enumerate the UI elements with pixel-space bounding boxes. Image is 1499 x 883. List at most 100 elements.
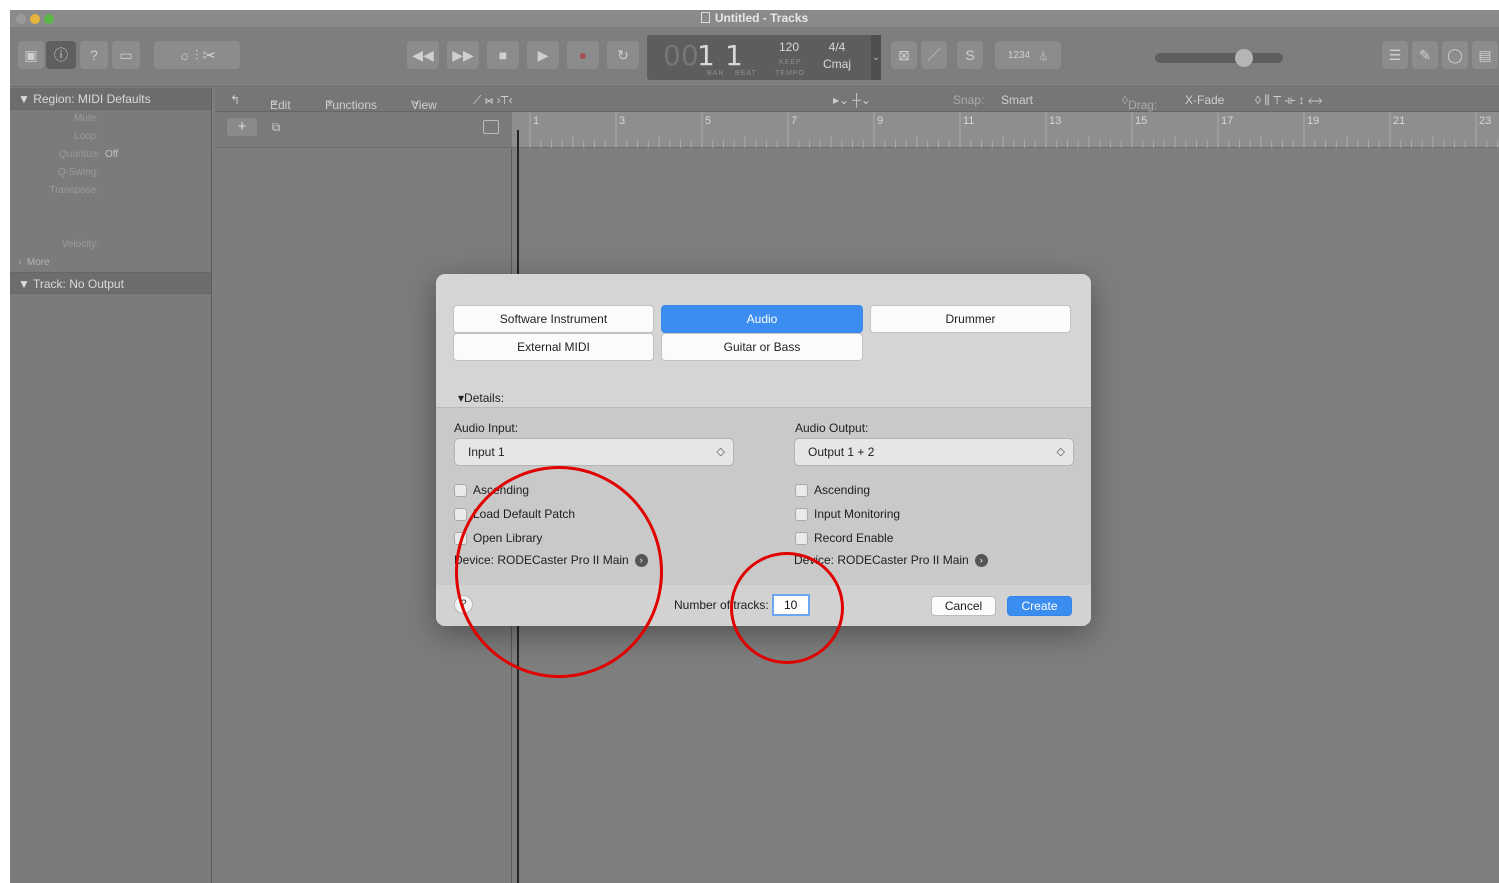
tuner-button[interactable]: ／ (921, 41, 947, 69)
inspector-row[interactable] (10, 200, 211, 218)
option-label: Ascending (814, 483, 871, 497)
waveform-zoom-icon[interactable]: ◊ ⫼ ⊤ ⟛ ↕ ⟷ (1255, 93, 1322, 108)
help-icon: ? (90, 47, 98, 63)
inspector-row[interactable]: Transpose: (10, 182, 211, 200)
checkbox[interactable] (795, 507, 808, 521)
track-type-drummer[interactable]: Drummer (870, 305, 1071, 333)
track-folder-button[interactable]: ⧉ (263, 118, 289, 136)
checkbox[interactable] (795, 483, 808, 497)
quick-help-button[interactable]: ? (80, 41, 108, 69)
inspector-row[interactable]: Quantize Off (10, 146, 211, 164)
record-icon: ● (578, 47, 588, 63)
inspector-row[interactable]: Mute: (10, 110, 211, 128)
option-record-enable[interactable]: Record Enable (795, 530, 893, 546)
track-type-external-midi[interactable]: External MIDI (453, 333, 654, 361)
fast-forward-icon: ▶▶ (452, 46, 474, 63)
notepad-button[interactable]: ✎ (1412, 41, 1438, 69)
control-bar: ▣ ⓘ ? ▭ ☼ ⫶ ✂ ◀◀ ▶▶ ■ ▶ ● ↻ 00 1 1 BAR B… (10, 27, 1499, 87)
pointer-tool-menu[interactable]: ▸⌄ ┼⌄ (833, 93, 871, 107)
lcd-bar: 1 (697, 39, 715, 72)
details-disclosure[interactable]: ▾Details: (458, 391, 504, 405)
cycle-icon: ↻ (617, 46, 629, 63)
checkbox[interactable] (454, 507, 467, 521)
view-menu[interactable]: View ⌄ (411, 93, 437, 112)
loop-browser-button[interactable]: ◯ (1442, 41, 1468, 69)
audio-output-label: Audio Output: (795, 421, 869, 435)
ruler-bar-number: 11 (963, 115, 974, 127)
cancel-button[interactable]: Cancel (931, 596, 996, 616)
automation-icon[interactable]: ⟋ ⋈ ›⊤‹ (473, 93, 513, 108)
track-inspector-header[interactable]: ▼ Track: No Output (10, 272, 211, 294)
lcd-key: Cmaj (822, 57, 851, 71)
library-button[interactable]: ▣ (18, 41, 44, 69)
global-tracks-toggle[interactable] (483, 120, 499, 134)
solo-icon: S (965, 47, 975, 63)
inspector-row[interactable] (10, 218, 211, 236)
lcd-bar-prefix: 00 (663, 39, 699, 72)
lcd-display[interactable]: 00 1 1 BAR BEAT 120 KEEP TEMPO 4/4 Cmaj … (647, 35, 881, 80)
drag-label-group: ◊ Drag: (1122, 93, 1158, 112)
annotation-circle-number-of-tracks (730, 552, 844, 664)
inspector-button[interactable]: ⓘ (46, 41, 76, 69)
checkbox[interactable] (454, 483, 467, 497)
create-button[interactable]: Create (1007, 596, 1072, 616)
count-in-button[interactable]: 1234 ⏃ (995, 41, 1061, 69)
lcd-signature: 4/4 (828, 40, 846, 54)
bar-ruler[interactable]: 1 3 5 7 9 11 13 15 17 19 21 23 (512, 112, 1499, 148)
ruler-bar-number: 9 (877, 115, 883, 127)
drag-value[interactable]: X-Fade (1185, 93, 1224, 107)
rewind-button[interactable]: ◀◀ (407, 41, 439, 69)
region-inspector-header[interactable]: ▼ Region: MIDI Defaults (10, 88, 211, 110)
inspector-row[interactable]: Q-Swing: (10, 164, 211, 182)
lcd-tempo-label: TEMPO (775, 70, 805, 77)
replace-button[interactable]: ⊠ (891, 41, 917, 69)
edit-menu[interactable]: Edit ⌄ (270, 93, 291, 112)
add-track-button[interactable]: + (227, 118, 257, 136)
solo-button[interactable]: S (957, 41, 983, 69)
audio-input-popup[interactable]: Input 1 ◇ (454, 438, 734, 466)
more-disclosure[interactable]: › More (10, 254, 211, 272)
record-button[interactable]: ● (567, 41, 599, 69)
inspector: ▼ Region: MIDI Defaults Mute: Loop: Quanti… (10, 88, 212, 883)
option-ascending[interactable]: Ascending (795, 482, 870, 498)
fast-forward-button[interactable]: ▶▶ (447, 41, 479, 69)
option-input-monitoring[interactable]: Input Monitoring (795, 506, 900, 522)
snap-label: Snap: (953, 93, 985, 107)
smart-controls-mixer-editors[interactable]: ☼ ⫶ ✂ (154, 41, 240, 69)
snap-value[interactable]: Smart (1001, 93, 1033, 107)
track-type-guitar-or-bass[interactable]: Guitar or Bass (661, 333, 863, 361)
back-arrow-icon[interactable]: ↰ (230, 93, 240, 107)
ruler-bar-number: 1 (533, 115, 539, 127)
checkbox[interactable] (795, 531, 808, 545)
device-arrow-icon[interactable]: › (974, 553, 988, 567)
metronome-icon: ⏃ (1038, 51, 1049, 63)
ruler-bar-number: 7 (791, 115, 797, 127)
track-list-header: + ⧉ (215, 112, 512, 148)
ruler-bar-number: 13 (1049, 115, 1061, 127)
browser-button[interactable]: ▤ (1472, 41, 1498, 69)
cycle-button[interactable]: ↻ (607, 41, 639, 69)
lcd-bar-label: BAR (707, 70, 725, 77)
inspector-row-label: Loop: (73, 131, 99, 142)
inspector-row[interactable]: Velocity: (10, 236, 211, 254)
master-volume-slider[interactable] (1155, 49, 1283, 67)
functions-menu[interactable]: Functions ⌄ (325, 93, 377, 112)
toolbar-button[interactable]: ▭ (112, 41, 140, 69)
up-down-chevron-icon: ◇ (716, 446, 725, 458)
track-type-audio[interactable]: Audio (661, 305, 863, 333)
play-button[interactable]: ▶ (527, 41, 559, 69)
track-type-software-instrument[interactable]: Software Instrument (453, 305, 654, 333)
loop-icon: ◯ (1447, 46, 1463, 63)
inspector-row[interactable]: Loop: (10, 128, 211, 146)
browser-icon: ▤ (1478, 46, 1492, 63)
inspector-row-label: Velocity: (61, 239, 99, 250)
stop-button[interactable]: ■ (487, 41, 519, 69)
list-editors-button[interactable]: ☰ (1382, 41, 1408, 69)
document-icon (700, 12, 710, 23)
lcd-beat: 1 (725, 39, 743, 72)
ruler-bar-number: 23 (1479, 115, 1491, 127)
lcd-menu-chevron-icon[interactable]: ⌄ (871, 35, 881, 80)
audio-output-popup[interactable]: Output 1 + 2 ◇ (794, 438, 1074, 466)
ruler-bar-number: 19 (1307, 115, 1319, 127)
volume-knob[interactable] (1235, 49, 1253, 67)
